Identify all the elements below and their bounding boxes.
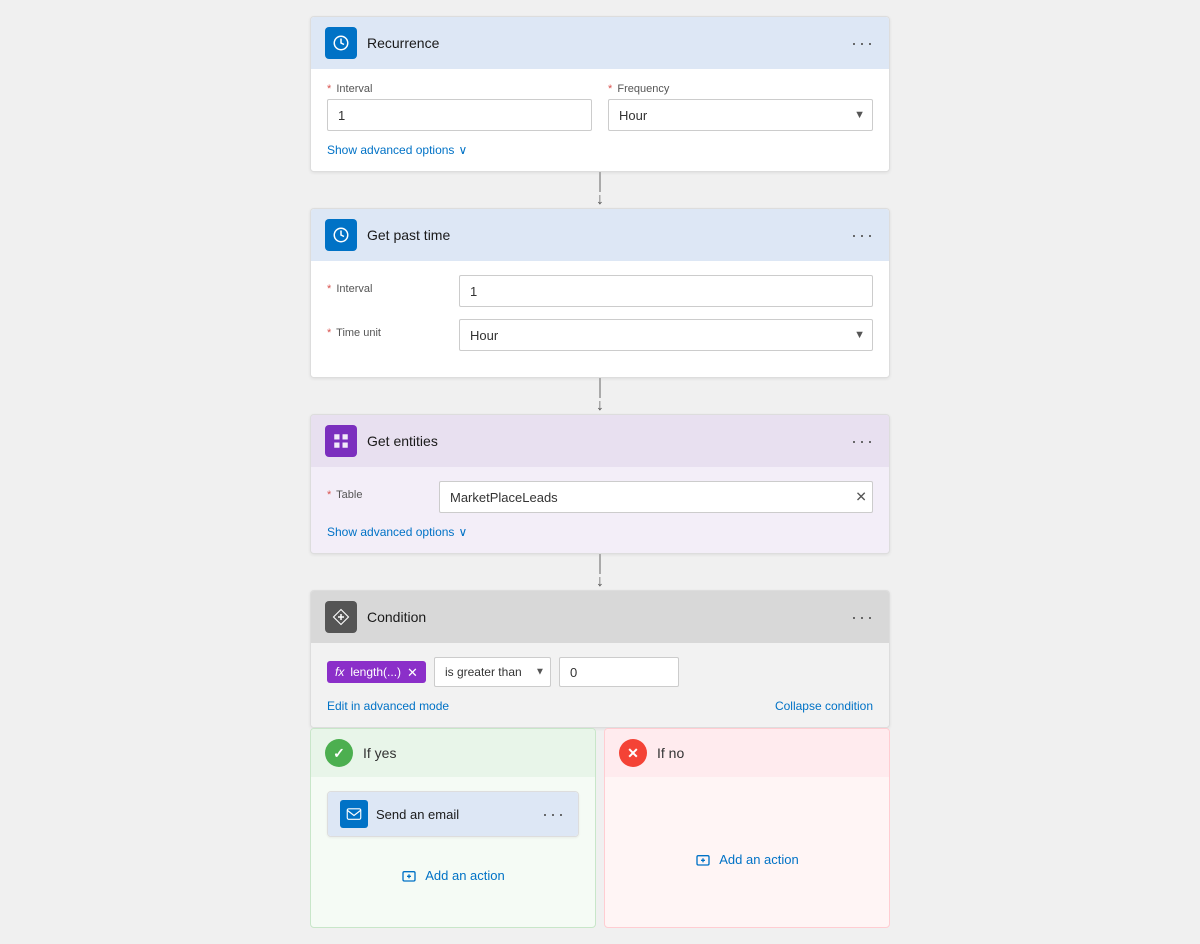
get-entities-card: Get entities ··· * Table ✕ Show advanced…: [310, 414, 890, 554]
get-entities-icon: [325, 425, 357, 457]
table-label: * Table: [327, 481, 427, 501]
recurrence-menu[interactable]: ···: [851, 33, 875, 54]
gpt-required2: *: [327, 327, 331, 339]
if-no-icon: ✕: [619, 739, 647, 767]
if-yes-branch: ✓ If yes Send an email ···: [310, 728, 596, 928]
gpt-required1: *: [327, 283, 331, 295]
send-email-title: Send an email: [376, 807, 542, 822]
if-no-add-action-area: Add an action: [621, 831, 873, 887]
table-clear-button[interactable]: ✕: [855, 489, 867, 506]
condition-chip: fx length(...) ✕: [327, 661, 426, 683]
frequency-group: * Frequency Hour ▼: [608, 83, 873, 131]
frequency-select-wrapper: Hour ▼: [608, 99, 873, 131]
connector-1: ↓: [596, 172, 604, 208]
send-email-header: Send an email ···: [328, 792, 578, 836]
fx-icon: fx: [335, 665, 344, 679]
condition-operator-wrapper: is greater than ▼: [434, 657, 551, 687]
connector-3: ↓: [596, 554, 604, 590]
collapse-condition-link[interactable]: Collapse condition: [775, 699, 873, 713]
gpt-interval-input[interactable]: [459, 275, 873, 307]
if-yes-title: If yes: [363, 745, 396, 761]
table-required: *: [327, 489, 331, 501]
if-no-header: ✕ If no: [605, 729, 889, 777]
connector-arrow-1: ↓: [596, 192, 604, 208]
recurrence-form-row: * Interval * Frequency Hour ▼: [327, 83, 873, 131]
recurrence-body: * Interval * Frequency Hour ▼: [311, 69, 889, 171]
connector-arrow-2: ↓: [596, 398, 604, 414]
frequency-required: *: [608, 83, 612, 95]
recurrence-header: Recurrence ···: [311, 17, 889, 69]
connector-line-3: [599, 554, 601, 574]
if-no-title: If no: [657, 745, 684, 761]
if-yes-add-action-button[interactable]: Add an action: [401, 867, 505, 883]
outlook-icon: [340, 800, 368, 828]
send-email-card: Send an email ···: [327, 791, 579, 837]
condition-header: Condition ···: [311, 591, 889, 643]
if-yes-icon: ✓: [325, 739, 353, 767]
get-past-time-body: * Interval * Time unit Hour ▼: [311, 261, 889, 377]
if-no-add-action-label: Add an action: [719, 852, 799, 867]
get-entities-menu[interactable]: ···: [851, 431, 875, 452]
get-past-time-interval-row: * Interval: [327, 275, 873, 307]
condition-expression-row: fx length(...) ✕ is greater than ▼: [327, 657, 873, 687]
gpt-time-unit-wrapper: Hour ▼: [459, 319, 873, 351]
send-email-menu[interactable]: ···: [542, 804, 566, 825]
connector-2: ↓: [596, 378, 604, 414]
if-no-add-action-button[interactable]: Add an action: [695, 851, 799, 867]
recurrence-icon: [325, 27, 357, 59]
condition-value-input[interactable]: [559, 657, 679, 687]
get-entities-header: Get entities ···: [311, 415, 889, 467]
get-past-time-icon: [325, 219, 357, 251]
get-past-time-card: Get past time ··· * Interval * Time unit…: [310, 208, 890, 378]
interval-label: * Interval: [327, 83, 592, 95]
get-entities-body: * Table ✕ Show advanced options ∨: [311, 467, 889, 553]
chevron-down-icon: ∨: [458, 143, 467, 157]
if-no-branch: ✕ If no Add an action: [604, 728, 890, 928]
connector-line-1: [599, 172, 601, 192]
condition-title: Condition: [367, 609, 851, 625]
if-yes-header: ✓ If yes: [311, 729, 595, 777]
gpt-interval-label: * Interval: [327, 275, 447, 295]
get-past-time-menu[interactable]: ···: [851, 225, 875, 246]
get-entities-show-advanced[interactable]: Show advanced options ∨: [327, 525, 873, 539]
table-input[interactable]: [439, 481, 873, 513]
recurrence-card: Recurrence ··· * Interval * Frequency: [310, 16, 890, 172]
if-yes-add-action-area: Add an action: [327, 847, 579, 903]
get-entities-title: Get entities: [367, 433, 851, 449]
get-past-time-header: Get past time ···: [311, 209, 889, 261]
interval-required: *: [327, 83, 331, 95]
if-no-body: Add an action: [605, 777, 889, 901]
gpt-time-unit-select[interactable]: Hour: [459, 319, 873, 351]
get-entities-table-row: * Table ✕: [327, 481, 873, 513]
condition-menu[interactable]: ···: [851, 607, 875, 628]
interval-input[interactable]: [327, 99, 592, 131]
if-yes-add-action-label: Add an action: [425, 868, 505, 883]
frequency-label: * Frequency: [608, 83, 873, 95]
frequency-select[interactable]: Hour: [608, 99, 873, 131]
connector-arrow-3: ↓: [596, 574, 604, 590]
condition-card: Condition ··· fx length(...) ✕ is greate…: [310, 590, 890, 728]
get-past-time-title: Get past time: [367, 227, 851, 243]
if-yes-body: Send an email ··· Add an action: [311, 777, 595, 917]
edit-advanced-link[interactable]: Edit in advanced mode: [327, 699, 449, 713]
gpt-time-unit-label: * Time unit: [327, 319, 447, 339]
entities-chevron-icon: ∨: [458, 525, 467, 539]
condition-body: fx length(...) ✕ is greater than ▼ Edit …: [311, 643, 889, 727]
branches-container: ✓ If yes Send an email ···: [310, 728, 890, 928]
condition-operator-select[interactable]: is greater than: [434, 657, 551, 687]
connector-line-2: [599, 378, 601, 398]
recurrence-show-advanced[interactable]: Show advanced options ∨: [327, 143, 873, 157]
flow-canvas: Recurrence ··· * Interval * Frequency: [16, 16, 1184, 928]
interval-group: * Interval: [327, 83, 592, 131]
condition-links-row: Edit in advanced mode Collapse condition: [327, 699, 873, 713]
condition-icon: [325, 601, 357, 633]
get-past-time-unit-row: * Time unit Hour ▼: [327, 319, 873, 351]
chip-close-button[interactable]: ✕: [407, 666, 418, 679]
table-input-wrapper: ✕: [439, 481, 873, 513]
recurrence-title: Recurrence: [367, 35, 851, 51]
